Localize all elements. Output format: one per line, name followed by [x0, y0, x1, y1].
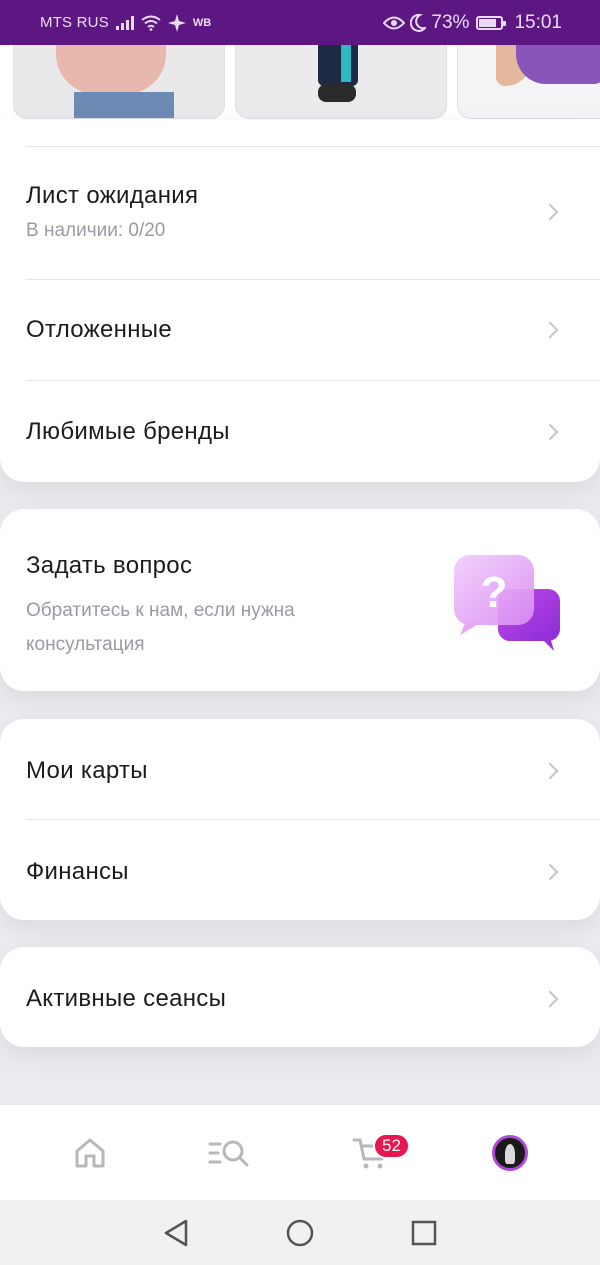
wifi-icon [141, 15, 161, 31]
product-thumbnail[interactable] [235, 45, 447, 119]
row-title: Активные сеансы [26, 985, 227, 1012]
bottom-nav: 52 [0, 1105, 600, 1200]
battery-icon [476, 15, 507, 30]
chevron-right-icon [541, 423, 559, 441]
catalog-search-icon [208, 1140, 249, 1166]
favorite-brands-row[interactable]: Любимые бренды [26, 418, 560, 446]
chevron-right-icon [541, 762, 559, 780]
ask-title: Задать вопрос [26, 552, 193, 579]
row-title: Любимые бренды [26, 418, 230, 445]
finances-row[interactable]: Финансы [26, 858, 560, 886]
cart-count-badge: 52 [373, 1132, 410, 1159]
system-navigation-bar [0, 1200, 600, 1265]
profile-avatar [492, 1134, 528, 1171]
chevron-right-icon [541, 203, 559, 221]
chevron-right-icon [541, 990, 559, 1008]
eye-icon [383, 16, 406, 29]
lists-card: Лист ожидания В наличии: 0/20 Отложенные… [0, 120, 600, 482]
chevron-right-icon [541, 321, 559, 339]
ask-question-card[interactable]: Задать вопрос Обратитесь к нам, если нуж… [0, 509, 600, 691]
row-title: Мои карты [26, 757, 148, 784]
sessions-card: Активные сеансы [0, 947, 600, 1047]
clock: 15:01 [514, 11, 562, 33]
sparkle-icon [167, 13, 186, 32]
nav-cart[interactable]: 52 [335, 1123, 410, 1183]
active-sessions-row[interactable]: Активные сеансы [26, 985, 560, 1013]
row-subtitle: В наличии: 0/20 [26, 220, 166, 241]
recents-square-icon[interactable] [410, 1219, 438, 1247]
home-icon [75, 1138, 105, 1167]
signal-icon [115, 15, 134, 30]
nav-catalog[interactable] [195, 1123, 265, 1183]
product-thumbnail[interactable] [13, 45, 225, 119]
home-circle-icon[interactable] [285, 1218, 315, 1248]
chevron-right-icon [541, 863, 559, 881]
moon-icon [410, 13, 427, 32]
row-title: Отложенные [26, 316, 172, 343]
row-title: Лист ожидания [26, 182, 199, 209]
battery-percent: 73% [431, 11, 470, 33]
my-cards-row[interactable]: Мои карты [26, 757, 560, 785]
saved-row[interactable]: Отложенные [26, 316, 560, 344]
row-title: Финансы [26, 858, 129, 885]
back-icon[interactable] [162, 1218, 190, 1248]
app-badge: WB [192, 16, 212, 29]
nav-profile[interactable] [475, 1123, 545, 1183]
svg-text:?: ? [481, 568, 508, 617]
waitlist-row[interactable]: Лист ожидания В наличии: 0/20 [26, 182, 560, 242]
ask-subtitle: Обратитесь к нам, если нужна консультаци… [26, 600, 295, 655]
question-bubble-icon: ? [454, 555, 560, 651]
finance-card: Мои карты Финансы [0, 719, 600, 920]
product-thumbnail[interactable] [457, 45, 600, 119]
carrier-name: MTS RUS [40, 14, 109, 31]
status-bar: MTS RUS WB 73% 15:01 [0, 0, 600, 45]
nav-home[interactable] [55, 1123, 125, 1183]
